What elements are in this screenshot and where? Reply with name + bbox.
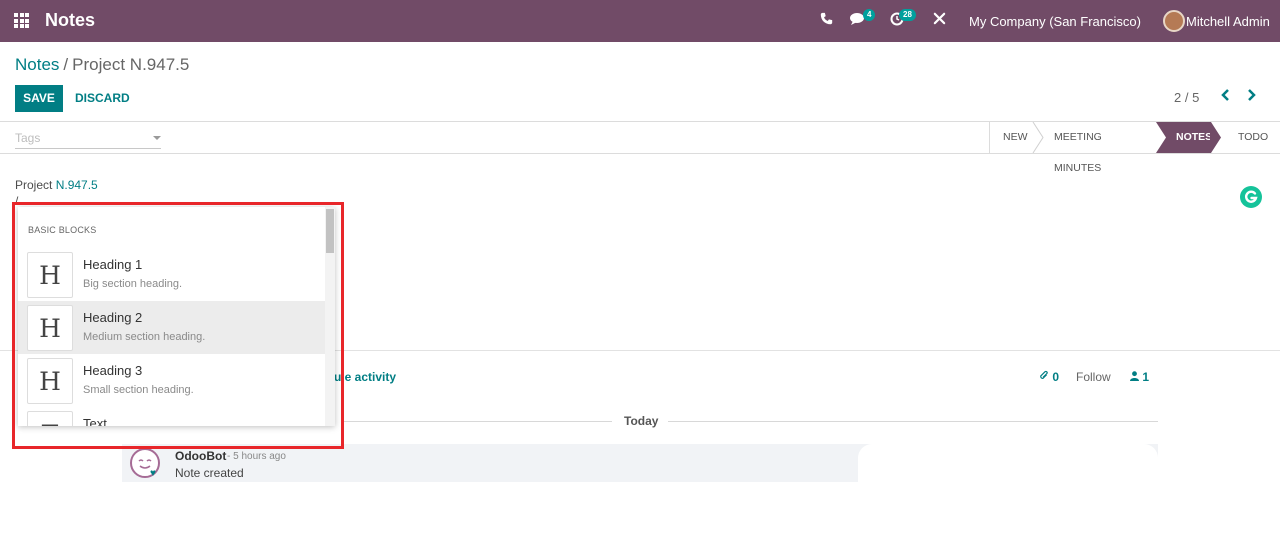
user-icon <box>1130 370 1142 384</box>
followers-count: 1 <box>1142 370 1150 384</box>
message-author[interactable]: OdooBot <box>175 449 226 463</box>
pager-value: 2 / 5 <box>1174 90 1200 105</box>
note-text: Project <box>15 178 56 192</box>
heart-icon: ♥ <box>150 468 156 479</box>
followers-button[interactable]: 1 <box>1130 370 1149 384</box>
user-menu[interactable]: Mitchell Admin <box>1186 14 1270 29</box>
stage-meeting-minutes[interactable]: MEETING MINUTES <box>1054 122 1102 174</box>
note-link[interactable]: N.947.5 <box>56 178 98 192</box>
apps-menu-icon[interactable] <box>14 13 31 30</box>
discard-button[interactable]: DISCARD <box>75 91 130 105</box>
odoobot-avatar: ♥ <box>130 448 160 479</box>
chevron-down-icon <box>153 136 161 140</box>
tags-placeholder: Tags <box>15 131 41 145</box>
debug-tools-icon[interactable] <box>933 12 946 28</box>
activity-count-badge: 28 <box>899 9 916 21</box>
user-avatar[interactable] <box>1163 10 1185 32</box>
breadcrumb-notes-link[interactable]: Notes <box>15 55 59 74</box>
pager-previous-button[interactable] <box>1221 88 1231 107</box>
company-switcher[interactable]: My Company (San Francisco) <box>969 14 1141 29</box>
top-navbar: Notes 4 28 My Company (San Francisco) Mi… <box>0 0 1280 42</box>
breadcrumb-current: Project N.947.5 <box>72 55 190 74</box>
date-separator-label: Today <box>624 414 659 428</box>
date-separator-line <box>668 421 1158 422</box>
redacted-overlay <box>858 444 1158 504</box>
message-body: Note created <box>175 466 244 480</box>
breadcrumb-separator: / <box>63 55 69 74</box>
stage-new[interactable]: NEW <box>1003 122 1028 153</box>
stage-divider <box>1032 122 1044 153</box>
stage-active-left <box>1156 122 1170 153</box>
status-bar: Tags NEW MEETING MINUTES NOTES TODO <box>0 121 1280 174</box>
phone-icon[interactable] <box>820 12 833 28</box>
stage-notes-active[interactable]: NOTES <box>1170 122 1212 153</box>
stage-divider <box>989 122 990 153</box>
attachments-count: 0 <box>1052 370 1060 384</box>
chat-count-badge: 4 <box>863 9 876 21</box>
attachments-button[interactable]: 0 <box>1039 370 1059 384</box>
pager-next-button[interactable] <box>1246 88 1256 107</box>
app-name[interactable]: Notes <box>45 10 95 31</box>
tags-field[interactable]: Tags <box>15 131 161 149</box>
follow-button[interactable]: Follow <box>1076 370 1111 384</box>
stage-active-right <box>1210 122 1221 153</box>
breadcrumb: Notes / Project N.947.5 <box>15 55 189 75</box>
stage-todo[interactable]: TODO <box>1238 122 1268 153</box>
annotation-highlight-box <box>12 202 344 449</box>
note-first-line[interactable]: Project N.947.5 <box>15 178 98 192</box>
date-separator-line <box>342 421 612 422</box>
grammarly-icon[interactable] <box>1240 186 1262 208</box>
paperclip-icon <box>1039 370 1052 384</box>
save-button[interactable]: SAVE <box>15 85 63 112</box>
message-timestamp: - 5 hours ago <box>227 451 286 462</box>
